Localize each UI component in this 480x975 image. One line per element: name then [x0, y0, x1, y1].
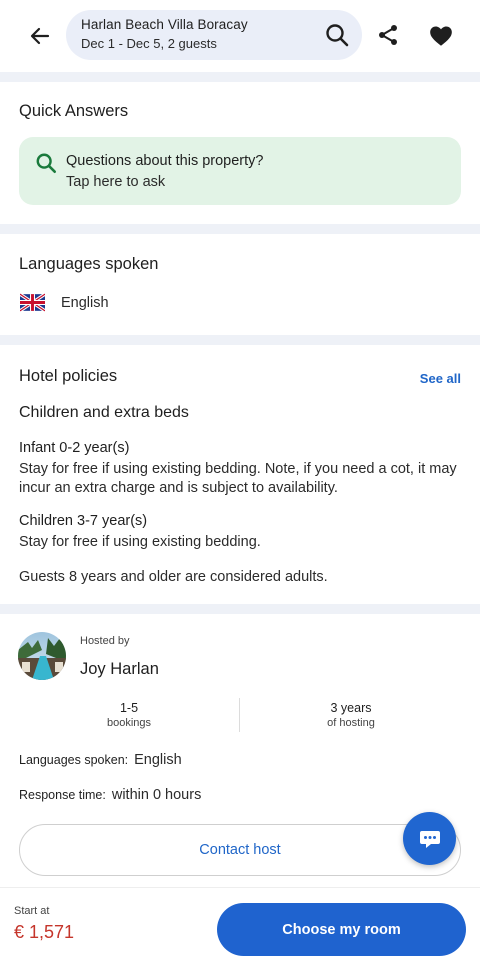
price: € 1,571	[14, 922, 75, 942]
start-at-label: Start at	[14, 905, 50, 917]
policy-infant-heading: Infant 0-2 year(s)	[19, 440, 130, 456]
qa-question: Questions about this property?	[66, 153, 264, 169]
choose-room-button[interactable]: Choose my room	[217, 903, 466, 956]
section-divider	[0, 72, 480, 82]
arrow-left-icon	[30, 27, 50, 45]
policy-adults-note: Guests 8 years and older are considered …	[19, 569, 328, 585]
ask-question-card[interactable]: Questions about this property? Tap here …	[19, 137, 461, 205]
search-summary-pill[interactable]: Harlan Beach Villa Boracay Dec 1 - Dec 5…	[66, 10, 362, 60]
policy-infant-body: Stay for free if using existing bedding.…	[19, 461, 457, 496]
chat-bubble-icon	[419, 830, 440, 848]
heart-icon[interactable]	[428, 23, 454, 49]
response-time-value: within 0 hours	[111, 787, 202, 803]
host-avatar	[18, 632, 66, 680]
property-name: Harlan Beach Villa Boracay	[81, 17, 248, 32]
stat-label: of hosting	[327, 717, 375, 729]
booking-footer: Start at € 1,571 Choose my room	[0, 887, 480, 975]
dates-guests: Dec 1 - Dec 5, 2 guests	[81, 36, 217, 51]
stat-hosting: 3 years of hosting	[251, 701, 451, 729]
uk-flag-icon	[20, 293, 45, 312]
share-icon[interactable]	[376, 23, 400, 47]
top-bar: Harlan Beach Villa Boracay Dec 1 - Dec 5…	[0, 0, 480, 72]
stat-label: bookings	[106, 717, 152, 729]
language-english: English	[61, 295, 109, 311]
hotel-policies-title: Hotel policies	[19, 367, 118, 385]
stat-value: 3 years	[330, 701, 372, 715]
host-languages-row: Languages spoken: English	[19, 752, 182, 768]
search-icon[interactable]	[324, 22, 350, 48]
section-divider	[0, 335, 480, 345]
host-name: Joy Harlan	[80, 660, 159, 678]
response-time-row: Response time: within 0 hours	[19, 787, 201, 803]
children-beds-title: Children and extra beds	[19, 404, 189, 421]
back-button[interactable]	[24, 20, 56, 52]
section-divider	[0, 604, 480, 614]
chat-button[interactable]	[403, 812, 456, 865]
qa-cta: Tap here to ask	[66, 174, 166, 190]
contact-host-button[interactable]: Contact host	[19, 824, 461, 876]
host-languages-label: Languages spoken:	[19, 753, 129, 767]
quick-answers-title: Quick Answers	[19, 102, 129, 120]
response-time-label: Response time:	[19, 788, 106, 802]
languages-title: Languages spoken	[19, 255, 159, 273]
stat-value: 1-5	[119, 701, 139, 715]
host-languages-value: English	[134, 752, 182, 768]
search-icon	[36, 153, 56, 173]
stat-divider	[239, 698, 240, 732]
hosted-by-label: Hosted by	[80, 635, 130, 647]
policy-children-heading: Children 3-7 year(s)	[19, 513, 148, 529]
stat-bookings: 1-5 bookings	[29, 701, 229, 729]
policy-children-body: Stay for free if using existing bedding.	[19, 534, 261, 550]
section-divider	[0, 224, 480, 234]
see-all-policies-link[interactable]: See all	[420, 371, 461, 386]
